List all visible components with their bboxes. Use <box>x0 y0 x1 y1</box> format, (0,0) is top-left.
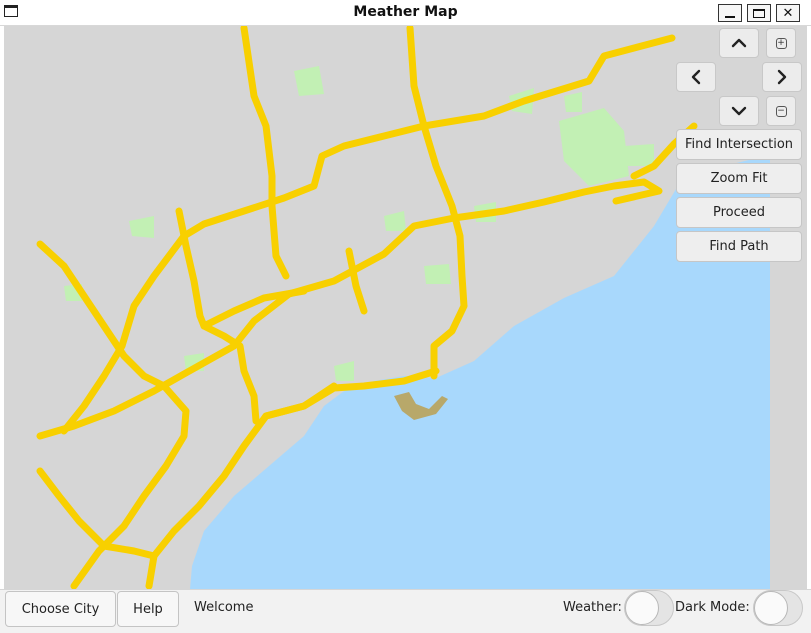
chevron-down-icon <box>731 106 747 116</box>
weather-label: Weather: <box>563 600 622 615</box>
pan-left-button[interactable] <box>676 62 716 92</box>
maximize-icon <box>753 8 765 18</box>
dark-mode-toggle-knob <box>754 591 788 625</box>
dark-mode-label: Dark Mode: <box>675 600 750 615</box>
pan-up-button[interactable] <box>719 28 759 58</box>
chevron-left-icon <box>691 69 701 85</box>
zoom-in-button[interactable]: + <box>766 28 796 58</box>
minimize-button[interactable] <box>718 4 742 22</box>
app-window: Meather Map ✕ + − Find Intersection Zoom… <box>0 0 811 633</box>
find-intersection-button[interactable]: Find Intersection <box>676 129 802 160</box>
choose-city-button[interactable]: Choose City <box>5 591 116 627</box>
zoom-out-icon: − <box>775 105 787 117</box>
find-path-button[interactable]: Find Path <box>676 231 802 262</box>
maximize-button[interactable] <box>747 4 771 22</box>
title-bar: Meather Map ✕ <box>0 0 811 26</box>
chevron-up-icon <box>731 38 747 48</box>
zoom-out-button[interactable]: − <box>766 96 796 126</box>
status-message: Welcome <box>194 600 254 615</box>
dark-mode-toggle[interactable] <box>753 590 803 626</box>
zoom-in-icon: + <box>775 37 787 49</box>
weather-toggle[interactable] <box>624 590 674 626</box>
bottom-toolbar: Choose City Help Welcome Weather: Dark M… <box>0 589 811 633</box>
minimize-icon <box>725 16 735 18</box>
close-button[interactable]: ✕ <box>776 4 800 22</box>
help-button[interactable]: Help <box>117 591 179 627</box>
zoom-fit-button[interactable]: Zoom Fit <box>676 163 802 194</box>
window-title: Meather Map <box>353 4 458 20</box>
pan-right-button[interactable] <box>762 62 802 92</box>
chevron-right-icon <box>777 69 787 85</box>
close-icon: ✕ <box>782 5 794 21</box>
weather-toggle-knob <box>625 591 659 625</box>
map-canvas[interactable] <box>4 26 807 589</box>
pan-down-button[interactable] <box>719 96 759 126</box>
proceed-button[interactable]: Proceed <box>676 197 802 228</box>
